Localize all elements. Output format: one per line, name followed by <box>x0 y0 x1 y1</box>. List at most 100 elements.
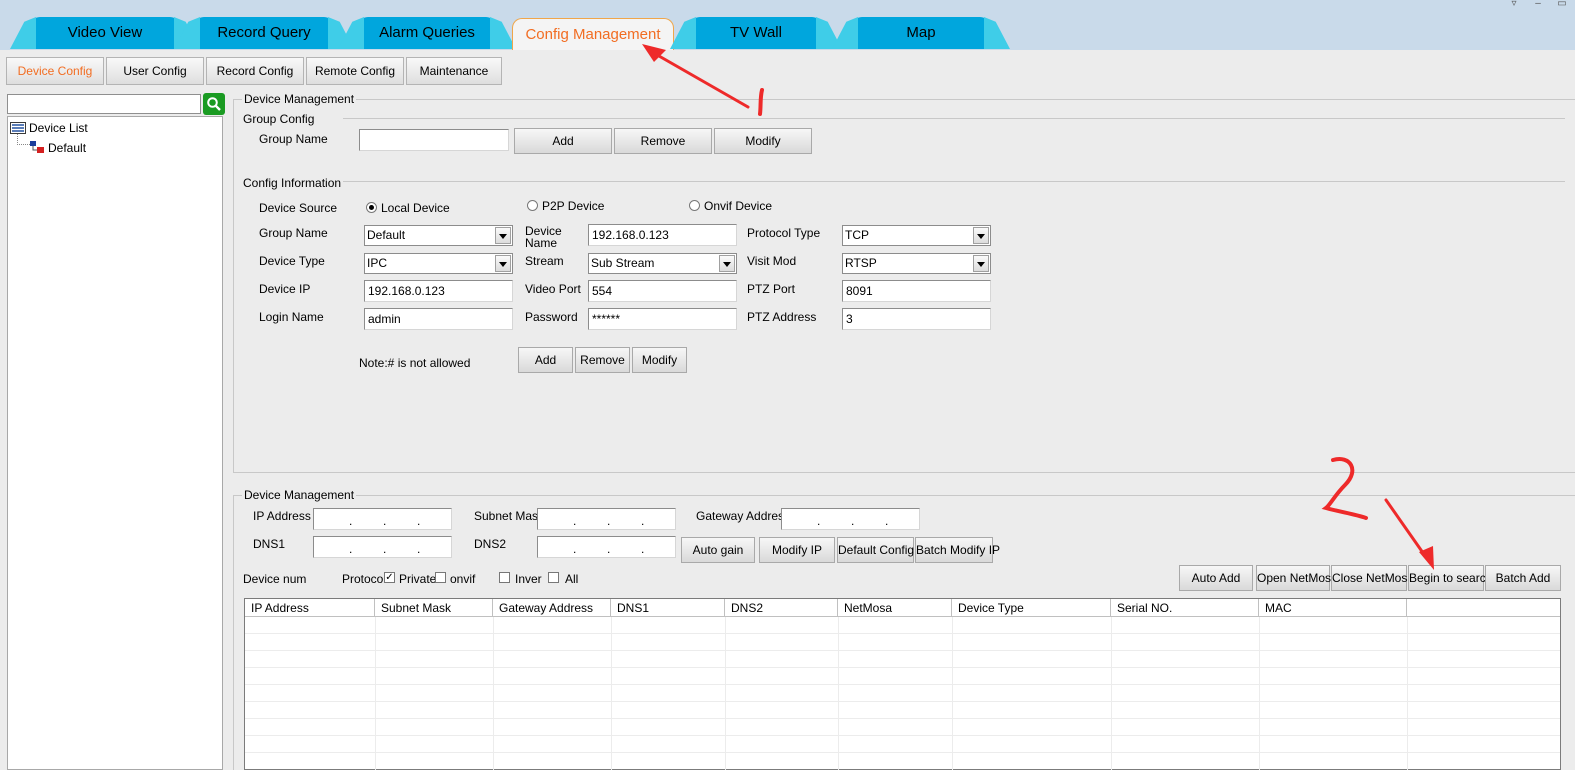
device-management-title: Device Management <box>242 92 357 106</box>
table-gridline <box>1111 617 1112 770</box>
subtab-user-config[interactable]: User Config <box>106 57 204 85</box>
network-panel-title: Device Management <box>242 488 357 502</box>
column-header-blank <box>1407 599 1560 617</box>
tab-label: Map <box>906 24 936 41</box>
tree-root-device-list[interactable]: Device List <box>29 121 88 135</box>
table-row <box>245 667 1560 668</box>
search-button[interactable] <box>203 93 225 115</box>
video-port-input[interactable]: 554 <box>588 280 737 302</box>
divider <box>343 118 1565 119</box>
dns1-label: DNS1 <box>253 537 286 551</box>
table-gridline <box>952 617 953 770</box>
protocol-type-select[interactable]: TCP <box>842 225 991 246</box>
checkmark-icon: ✓ <box>385 572 394 583</box>
ip-address-input[interactable]: ... <box>313 508 452 530</box>
group-remove-button[interactable]: Remove <box>614 128 712 154</box>
radio-onvif-device[interactable] <box>689 200 700 211</box>
inver-checkbox[interactable] <box>499 572 510 583</box>
visit-mod-select[interactable]: RTSP <box>842 253 991 274</box>
modify-ip-button[interactable]: Modify IP <box>759 537 835 563</box>
tab-video-view[interactable]: Video View <box>10 17 200 49</box>
dns1-input[interactable]: ... <box>313 536 452 558</box>
note-text: Note:# is not allowed <box>359 356 471 370</box>
device-ip-input[interactable]: 192.168.0.123 <box>364 280 513 302</box>
subtab-device-config[interactable]: Device Config <box>6 57 104 85</box>
stream-select[interactable]: Sub Stream <box>588 253 737 274</box>
tab-label: TV Wall <box>730 24 782 41</box>
device-name-input[interactable]: 192.168.0.123 <box>588 224 737 246</box>
ip-address-label: IP Address <box>253 509 311 523</box>
dns2-label: DNS2 <box>474 537 507 551</box>
column-header-dns2[interactable]: DNS2 <box>725 599 838 617</box>
batch-add-button[interactable]: Batch Add <box>1485 565 1561 591</box>
table-gridline <box>375 617 376 770</box>
open-netmosa-button[interactable]: Open NetMosa <box>1256 565 1338 591</box>
begin-to-search-button[interactable]: Begin to search <box>1408 565 1492 591</box>
chevron-down-icon <box>495 255 511 272</box>
main-tab-bar: Video View Record Query Alarm Queries Co… <box>0 0 1575 50</box>
video-port-label: Video Port <box>525 282 581 296</box>
tab-config-management[interactable]: Config Management <box>512 18 674 50</box>
all-checkbox[interactable] <box>548 572 559 583</box>
device-type-select[interactable]: IPC <box>364 253 513 274</box>
group-add-button[interactable]: Add <box>514 128 612 154</box>
table-row <box>245 718 1560 719</box>
device-search-input[interactable] <box>7 94 201 114</box>
tree-item-default[interactable]: Default <box>48 141 86 155</box>
column-header-netmosa[interactable]: NetMosa <box>838 599 952 617</box>
device-tree: Device List Default <box>7 116 223 770</box>
visit-mod-label: Visit Mod <box>747 254 797 268</box>
column-header-gateway-address[interactable]: Gateway Address <box>493 599 611 617</box>
group-name-select[interactable]: Default <box>364 225 513 246</box>
protocol-label: Protocol <box>342 572 387 586</box>
ptz-address-input[interactable]: 3 <box>842 308 991 330</box>
tab-record-query[interactable]: Record Query <box>174 17 354 49</box>
table-gridline <box>838 617 839 770</box>
private-checkbox[interactable]: ✓ <box>384 572 395 583</box>
batch-modify-ip-button[interactable]: Batch Modify IP <box>915 537 1000 563</box>
password-input[interactable]: ****** <box>588 308 737 330</box>
column-header-subnet-mask[interactable]: Subnet Mask <box>375 599 493 617</box>
dropdown-icon[interactable]: ▿ <box>1507 0 1521 9</box>
tab-map[interactable]: Map <box>832 17 1010 49</box>
subnet-mask-input[interactable]: ... <box>537 508 676 530</box>
device-modify-button[interactable]: Modify <box>632 347 687 373</box>
default-config-button[interactable]: Default Config <box>837 537 914 563</box>
ptz-port-input[interactable]: 8091 <box>842 280 991 302</box>
table-row <box>245 752 1560 753</box>
radio-p2p-device[interactable] <box>527 200 538 211</box>
minimize-icon[interactable]: – <box>1531 0 1545 9</box>
radio-local-device[interactable] <box>366 202 377 213</box>
device-add-button[interactable]: Add <box>518 347 573 373</box>
group-name-label: Group Name <box>259 226 328 240</box>
onvif-label: onvif <box>450 572 476 586</box>
dns2-input[interactable]: ... <box>537 536 676 558</box>
group-modify-button[interactable]: Modify <box>714 128 812 154</box>
all-label: All <box>565 572 579 586</box>
onvif-checkbox[interactable] <box>435 572 446 583</box>
tab-alarm-queries[interactable]: Alarm Queries <box>338 17 516 49</box>
subtab-maintenance[interactable]: Maintenance <box>406 57 502 85</box>
group-name-input[interactable] <box>359 129 509 151</box>
subtab-record-config[interactable]: Record Config <box>206 57 304 85</box>
ptz-address-label: PTZ Address <box>747 310 817 324</box>
protocol-type-label: Protocol Type <box>747 226 821 240</box>
device-remove-button[interactable]: Remove <box>575 347 630 373</box>
table-row <box>245 633 1560 634</box>
auto-add-button[interactable]: Auto Add <box>1179 565 1253 591</box>
login-name-input[interactable]: admin <box>364 308 513 330</box>
auto-gain-button[interactable]: Auto gain <box>681 537 755 563</box>
column-header-mac[interactable]: MAC <box>1259 599 1407 617</box>
close-netmosa-button[interactable]: Close NetMosa <box>1331 565 1414 591</box>
column-header-device-type[interactable]: Device Type <box>952 599 1111 617</box>
gateway-address-input[interactable]: ... <box>781 508 920 530</box>
subtab-remote-config[interactable]: Remote Config <box>306 57 404 85</box>
column-header-ip-address[interactable]: IP Address <box>245 599 375 617</box>
column-header-dns1[interactable]: DNS1 <box>611 599 725 617</box>
restore-icon[interactable]: ▭ <box>1555 0 1569 9</box>
chevron-down-icon <box>719 255 735 272</box>
column-header-serial-no[interactable]: Serial NO. <box>1111 599 1259 617</box>
group-config-title: Group Config <box>243 112 315 126</box>
tab-label: Config Management <box>525 26 661 43</box>
tab-tv-wall[interactable]: TV Wall <box>670 17 842 49</box>
